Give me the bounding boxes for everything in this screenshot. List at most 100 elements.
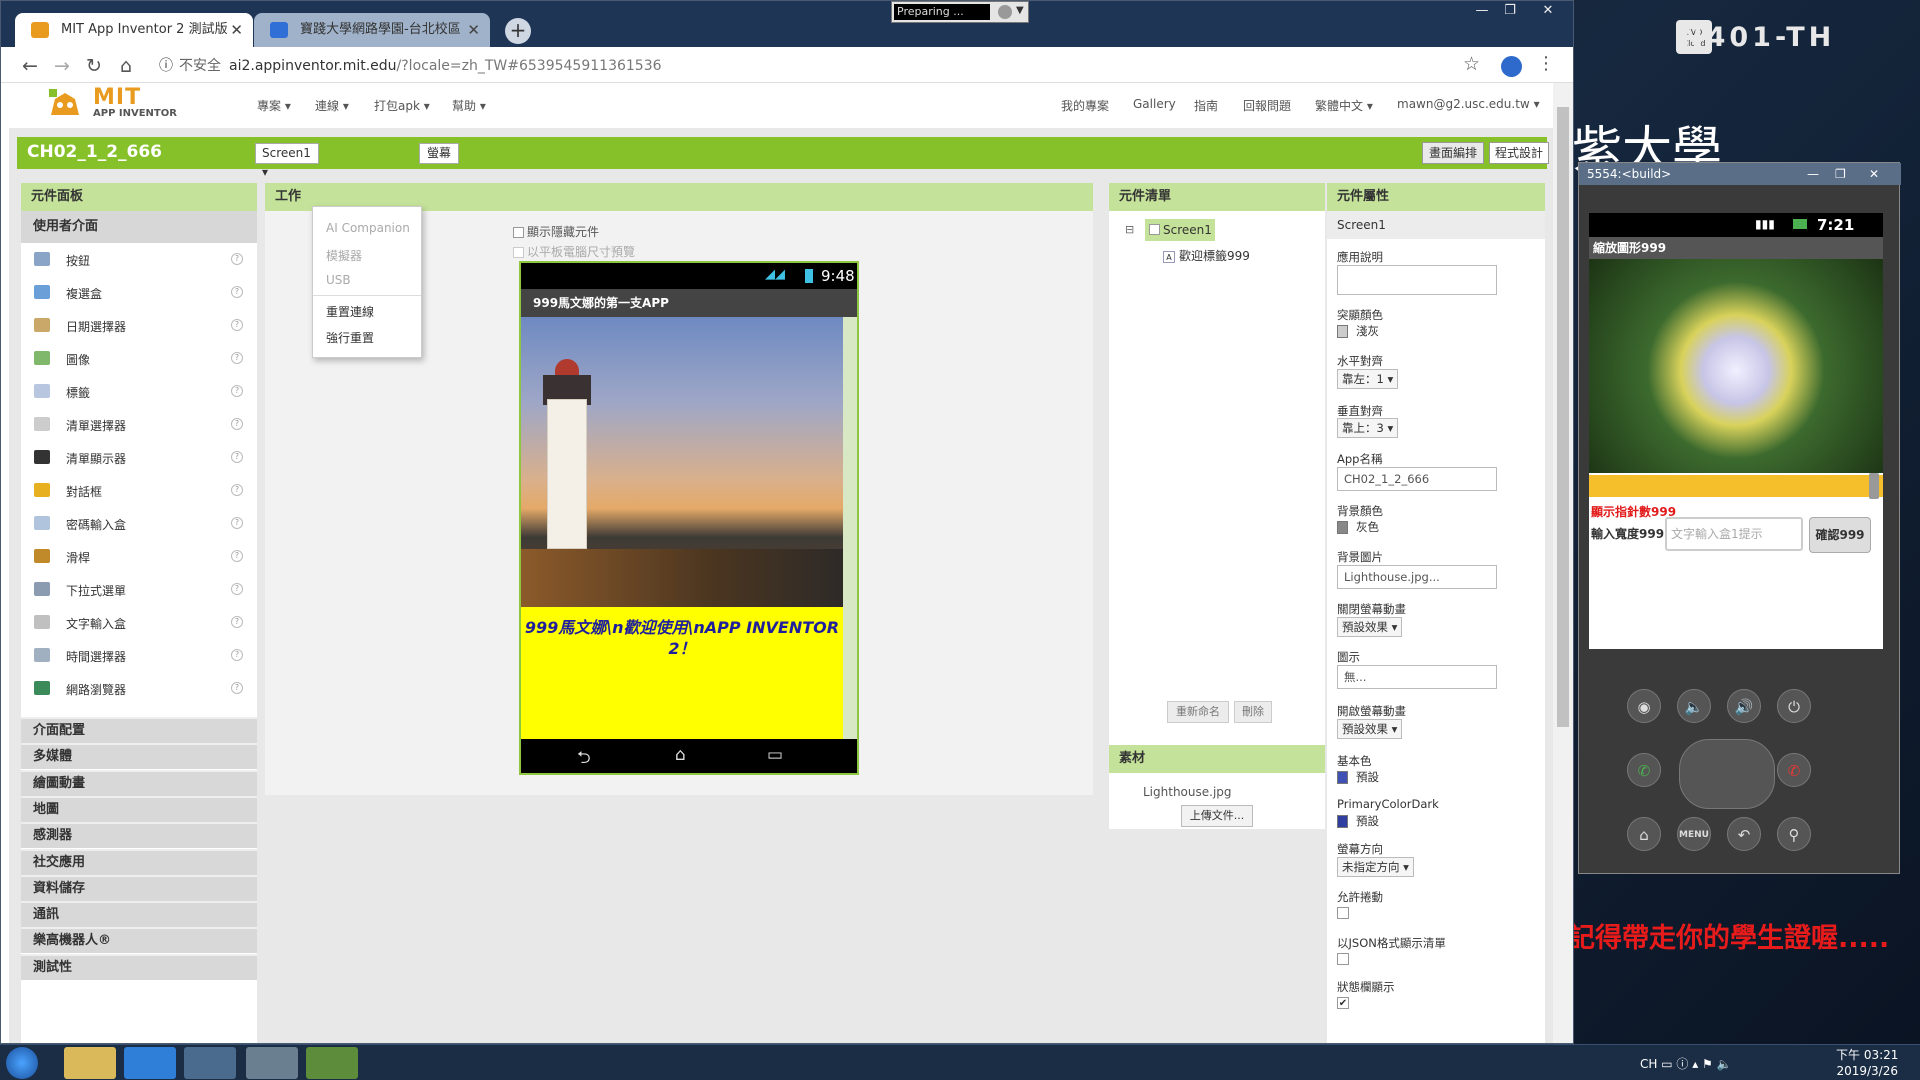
prop-bgimage-input[interactable]: Lighthouse.jpg...	[1337, 565, 1497, 589]
close-window-icon[interactable]: ✕	[1531, 2, 1565, 20]
screen-select[interactable]: Screen1 ▾	[255, 143, 319, 179]
home-icon[interactable]: ⌂	[1627, 817, 1661, 851]
reload-icon[interactable]: ↻	[81, 53, 107, 79]
system-tray[interactable]: CH ▭ ⓘ ▴ ⚑ 🔈	[1640, 1055, 1732, 1072]
forward-icon[interactable]: →	[49, 53, 75, 79]
help-icon[interactable]: ?	[231, 583, 243, 595]
maximize-icon[interactable]: ❐	[1835, 163, 1846, 185]
palette-category-ui[interactable]: 使用者介面	[21, 211, 257, 243]
tree-label-node[interactable]: A 歡迎標籤999	[1163, 247, 1250, 264]
close-window-icon[interactable]: ✕	[1869, 163, 1879, 185]
help-icon[interactable]: ?	[231, 253, 243, 265]
menu-hard-reset[interactable]: 強行重置	[326, 329, 374, 346]
help-icon[interactable]: ?	[231, 517, 243, 529]
prop-halign-select[interactable]: 靠左：1 ▾	[1337, 369, 1399, 389]
prop-scrollable-checkbox[interactable]	[1337, 907, 1349, 919]
menu-reset-connection[interactable]: 重置連線	[326, 303, 374, 320]
add-screen-button[interactable]: 螢幕	[419, 143, 459, 164]
emu-slider-thumb[interactable]	[1869, 473, 1879, 499]
palette-category[interactable]: 感測器	[21, 822, 257, 849]
palette-item[interactable]: 清單顯示器?	[21, 441, 257, 474]
designer-button[interactable]: 畫面編排	[1422, 142, 1484, 164]
welcome-label[interactable]: 999馬文娜\n歡迎使用\nAPP INVENTOR 2！	[521, 607, 843, 739]
palette-category[interactable]: 通訊	[21, 901, 257, 928]
start-button[interactable]	[6, 1047, 38, 1079]
nav-guide[interactable]: 指南	[1194, 97, 1218, 114]
prop-orientation-select[interactable]: 未指定方向 ▾	[1337, 857, 1414, 877]
help-icon[interactable]: ?	[231, 286, 243, 298]
palette-item[interactable]: 時間選擇器?	[21, 639, 257, 672]
palette-item[interactable]: 下拉式選單?	[21, 573, 257, 606]
prop-primarydark-color[interactable]: 預設	[1337, 813, 1379, 829]
prop-valign-select[interactable]: 靠上：3 ▾	[1337, 418, 1399, 438]
collapse-icon[interactable]: ⊟	[1125, 223, 1134, 236]
palette-category[interactable]: 多媒體	[21, 743, 257, 770]
help-icon[interactable]: ?	[231, 418, 243, 430]
palette-item[interactable]: 按鈕?	[21, 243, 257, 276]
dropdown-arrow-icon[interactable]: ▼	[1016, 5, 1024, 16]
palette-item[interactable]: 複選盒?	[21, 276, 257, 309]
prop-primary-color[interactable]: 預設	[1337, 769, 1379, 785]
nav-my-projects[interactable]: 我的專案	[1061, 97, 1109, 114]
nav-report[interactable]: 回報問題	[1243, 97, 1291, 114]
minimize-icon[interactable]: —	[1469, 2, 1495, 20]
menu-project[interactable]: 專案 ▾	[257, 97, 291, 114]
app-inventor-logo[interactable]	[45, 85, 85, 121]
app-icon[interactable]	[246, 1047, 298, 1079]
tablet-preview-checkbox[interactable]: 以平板電腦尺寸預覽	[513, 243, 635, 260]
menu-icon[interactable]: ⋮	[1537, 53, 1555, 74]
menu-usb[interactable]: USB	[326, 273, 351, 287]
page-scrollbar[interactable]	[1553, 83, 1573, 1043]
nav-language[interactable]: 繁體中文 ▾	[1315, 97, 1373, 114]
help-icon[interactable]: ?	[231, 319, 243, 331]
palette-item[interactable]: 清單選擇器?	[21, 408, 257, 441]
palette-category[interactable]: 樂高機器人®	[21, 927, 257, 954]
help-icon[interactable]: ?	[231, 550, 243, 562]
camera-icon[interactable]: ◉	[1627, 689, 1661, 723]
lighthouse-image[interactable]	[521, 317, 843, 607]
call-icon[interactable]: ✆	[1627, 753, 1661, 787]
help-icon[interactable]: ?	[231, 682, 243, 694]
menu-key[interactable]: MENU	[1677, 817, 1711, 851]
new-tab-button[interactable]: +	[505, 18, 531, 44]
emu-confirm-button[interactable]: 確認999	[1809, 517, 1871, 553]
palette-category[interactable]: 社交應用	[21, 848, 257, 875]
home-icon[interactable]: ⌂	[113, 53, 139, 79]
emu-slider[interactable]	[1589, 475, 1883, 497]
back-icon[interactable]: ←	[17, 53, 43, 79]
prop-icon-input[interactable]: 無...	[1337, 665, 1497, 689]
palette-item[interactable]: 滑桿?	[21, 540, 257, 573]
volume-up-icon[interactable]: 🔊	[1727, 689, 1761, 723]
menu-ai-companion[interactable]: AI Companion	[326, 221, 410, 235]
menu-emulator[interactable]: 模擬器	[326, 247, 362, 264]
show-hidden-checkbox[interactable]: 顯示隱藏元件	[513, 223, 599, 240]
help-icon[interactable]: ?	[231, 385, 243, 397]
palette-item[interactable]: 日期選擇器?	[21, 309, 257, 342]
knob-icon[interactable]	[998, 5, 1012, 19]
tray-clock[interactable]: 下午 03:21 2019/3/26	[1836, 1047, 1898, 1079]
prop-json-checkbox[interactable]	[1337, 953, 1349, 965]
tab-app-inventor[interactable]: MIT App Inventor 2 測試版 ✕	[15, 13, 253, 47]
close-icon[interactable]: ✕	[230, 13, 243, 47]
media-file[interactable]: Lighthouse.jpg	[1143, 785, 1232, 799]
palette-category[interactable]: 資料儲存	[21, 874, 257, 901]
palette-item[interactable]: 網路瀏覽器?	[21, 672, 257, 705]
palette-item[interactable]: 文字輸入盒?	[21, 606, 257, 639]
prop-accent-color[interactable]: 淺灰	[1337, 323, 1379, 339]
palette-item[interactable]: 密碼輸入盒?	[21, 507, 257, 540]
android-icon[interactable]	[306, 1047, 358, 1079]
blocks-button[interactable]: 程式設計	[1489, 142, 1549, 164]
scroll-thumb[interactable]	[1557, 107, 1569, 727]
delete-button[interactable]: 刪除	[1234, 701, 1272, 723]
prop-about-input[interactable]	[1337, 265, 1497, 295]
emu-text-input[interactable]: 文字輸入盒1提示	[1665, 517, 1803, 551]
palette-category[interactable]: 地圖	[21, 795, 257, 822]
prop-closeanim-select[interactable]: 預設效果 ▾	[1337, 719, 1403, 739]
file-explorer-icon[interactable]	[64, 1047, 116, 1079]
search-icon[interactable]: ⚲	[1777, 817, 1811, 851]
minimize-icon[interactable]: —	[1807, 163, 1819, 185]
profile-avatar[interactable]	[1501, 56, 1522, 77]
chrome-icon[interactable]	[184, 1047, 236, 1079]
bookmark-star-icon[interactable]: ☆	[1463, 53, 1480, 75]
palette-category[interactable]: 介面配置	[21, 717, 257, 743]
